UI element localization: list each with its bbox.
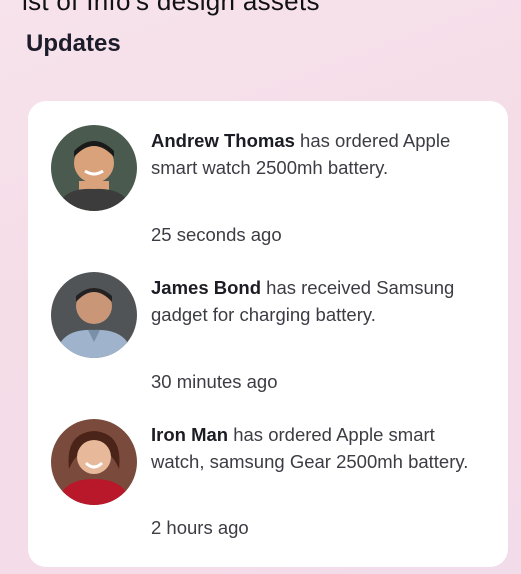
update-user-name: Iron Man <box>151 424 229 445</box>
avatar-andrew-thomas <box>51 125 137 211</box>
updates-card: Andrew Thomas has ordered Apple smart wa… <box>28 101 508 567</box>
avatar-iron-man <box>51 419 137 505</box>
update-timestamp: 2 hours ago <box>151 517 249 538</box>
update-text: Iron Man has ordered Apple smart watch, … <box>151 421 481 475</box>
cropped-header-text: ist of Info's design assets <box>22 0 320 16</box>
update-text: Andrew Thomas has ordered Apple smart wa… <box>151 127 481 181</box>
update-text: James Bond has received Samsung gadget f… <box>151 274 481 328</box>
avatar-james-bond <box>51 272 137 358</box>
updates-title: Updates <box>26 30 121 57</box>
update-timestamp: 30 minutes ago <box>151 371 278 392</box>
update-user-name: Andrew Thomas <box>151 130 295 151</box>
update-user-name: James Bond <box>151 277 262 298</box>
update-timestamp: 25 seconds ago <box>151 224 282 245</box>
